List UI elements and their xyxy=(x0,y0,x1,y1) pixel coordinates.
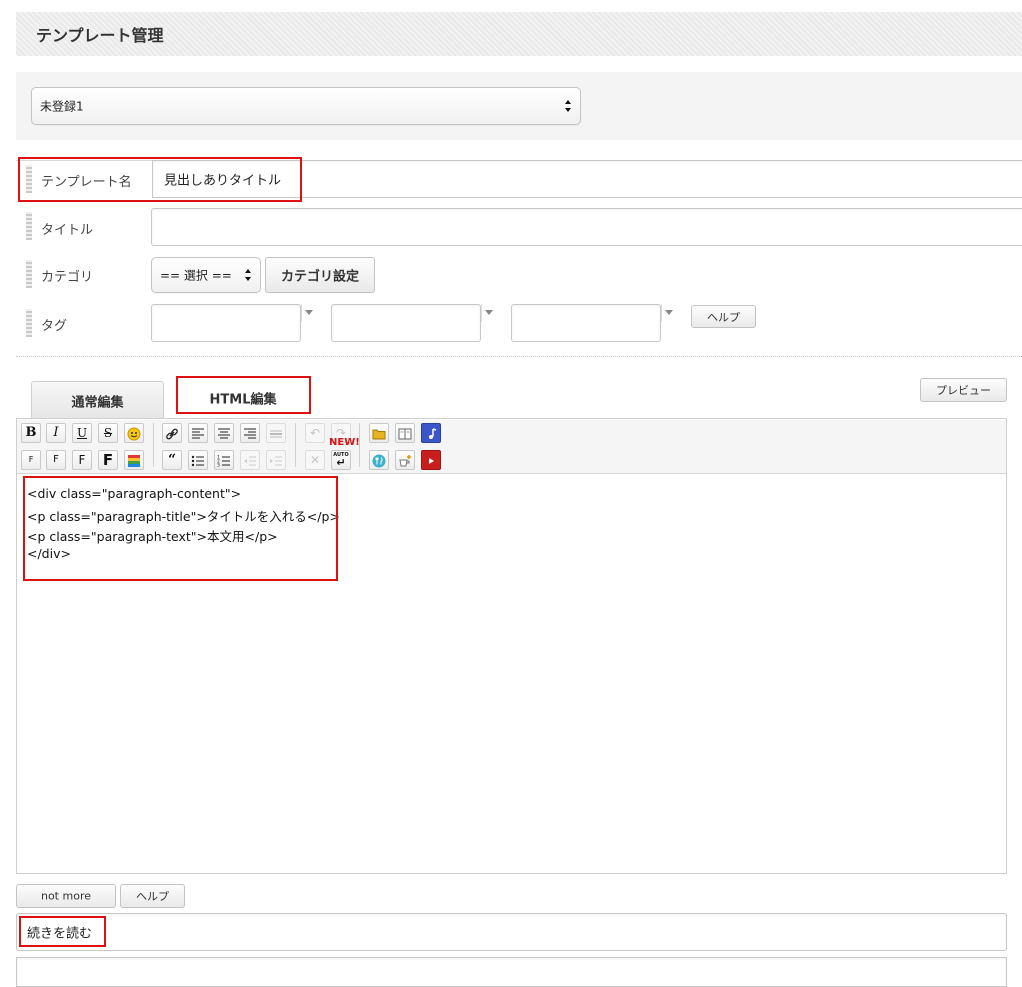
color-palette-icon[interactable] xyxy=(124,450,144,470)
font-size-small-icon[interactable]: F xyxy=(21,450,41,470)
more-help-button[interactable]: ヘルプ xyxy=(120,884,185,908)
tag-help-button[interactable]: ヘルプ xyxy=(691,305,756,328)
tab-normal-edit[interactable]: 通常編集 xyxy=(31,381,164,419)
align-center-icon[interactable] xyxy=(214,423,234,443)
page-header xyxy=(16,12,1022,56)
align-left-icon[interactable] xyxy=(188,423,208,443)
bullet-list-icon[interactable] xyxy=(188,450,208,470)
font-size-large-icon[interactable]: F xyxy=(72,450,92,470)
emoji-icon[interactable] xyxy=(124,423,144,443)
undo-icon[interactable]: ↶ xyxy=(305,423,325,443)
music-icon[interactable] xyxy=(421,423,441,443)
select-arrows-icon xyxy=(245,269,252,281)
svg-text:3: 3 xyxy=(217,463,220,469)
strikethrough-icon[interactable]: S xyxy=(98,423,118,443)
page-title: テンプレート管理 xyxy=(36,26,164,45)
add-item-icon[interactable] xyxy=(395,450,415,470)
link-icon[interactable] xyxy=(162,423,182,443)
template-select-value: 未登録1 xyxy=(40,99,84,114)
body-text-area[interactable] xyxy=(16,957,1007,987)
row-grip xyxy=(26,212,32,240)
row-grip xyxy=(26,260,32,288)
tab-normal-edit-label: 通常編集 xyxy=(71,395,124,410)
divider xyxy=(16,356,1022,357)
italic-icon[interactable]: I xyxy=(46,423,66,443)
highlight-box-template-name xyxy=(18,157,302,202)
auto-insert-icon[interactable]: AUTO ↵ xyxy=(331,450,351,470)
title-input[interactable] xyxy=(151,208,1022,246)
highlight-box-more-text xyxy=(19,916,106,947)
preview-label: プレビュー xyxy=(936,384,991,397)
row-grip xyxy=(26,309,32,337)
category-settings-button[interactable]: カテゴリ設定 xyxy=(265,257,375,293)
horizontal-rule-icon[interactable] xyxy=(266,423,286,443)
highlight-box-html-tab xyxy=(176,376,311,414)
tag-input-2[interactable] xyxy=(331,304,481,342)
category-select[interactable]: == 選択 == xyxy=(151,257,261,293)
category-settings-label: カテゴリ設定 xyxy=(280,269,359,285)
chevron-down-icon[interactable] xyxy=(481,304,495,322)
preview-button[interactable]: プレビュー xyxy=(920,378,1007,402)
more-help-label: ヘルプ xyxy=(136,890,169,903)
tag-input-3[interactable] xyxy=(511,304,661,342)
toolbar-separator xyxy=(295,423,296,467)
quote-icon[interactable]: “ xyxy=(162,450,182,470)
numbered-list-icon[interactable]: 123 xyxy=(214,450,234,470)
template-select[interactable]: 未登録1 xyxy=(31,87,581,125)
folder-icon[interactable] xyxy=(369,423,389,443)
more-text-input[interactable]: 続きを読む xyxy=(16,913,1007,951)
remove-format-icon[interactable]: ✕ xyxy=(305,450,325,470)
toolbar-separator xyxy=(359,423,360,467)
recipe-icon[interactable] xyxy=(369,450,389,470)
tag-help-label: ヘルプ xyxy=(707,310,740,324)
book-icon[interactable] xyxy=(395,423,415,443)
font-size-xlarge-icon[interactable]: F xyxy=(98,450,118,470)
bold-icon[interactable]: B xyxy=(21,423,41,443)
not-more-label: not more xyxy=(40,889,91,903)
outdent-icon[interactable] xyxy=(240,450,260,470)
indent-icon[interactable] xyxy=(266,450,286,470)
video-icon[interactable] xyxy=(421,450,441,470)
toolbar-separator xyxy=(153,423,154,467)
category-label: カテゴリ xyxy=(41,270,94,285)
new-badge: NEW! xyxy=(329,437,360,448)
select-arrows-icon xyxy=(565,100,572,112)
highlight-box-code xyxy=(23,476,338,581)
align-right-icon[interactable] xyxy=(240,423,260,443)
category-select-value: == 選択 == xyxy=(160,268,232,283)
title-label: タイトル xyxy=(41,223,94,238)
tag-label: タグ xyxy=(41,319,68,334)
chevron-down-icon[interactable] xyxy=(661,304,675,322)
chevron-down-icon[interactable] xyxy=(301,304,315,322)
tag-input-1[interactable] xyxy=(151,304,301,342)
font-size-medium-icon[interactable]: F xyxy=(46,450,66,470)
underline-icon[interactable]: U xyxy=(72,423,92,443)
not-more-button[interactable]: not more xyxy=(16,884,116,908)
